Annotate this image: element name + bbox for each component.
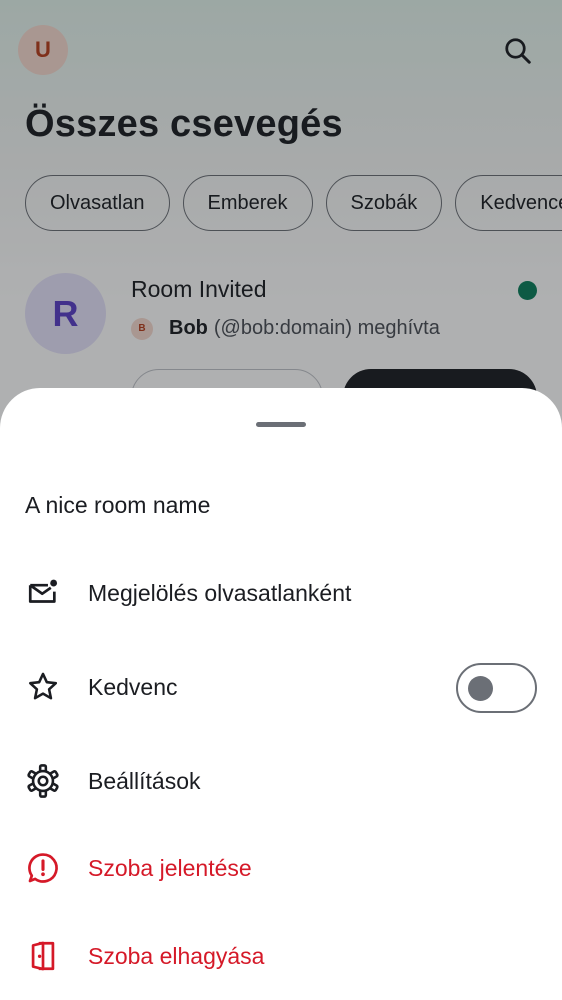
leave-room-icon: [25, 938, 61, 974]
menu-item-favourite[interactable]: Kedvenc: [0, 652, 562, 722]
menu-label-mark-unread: Megjelölés olvasatlanként: [88, 579, 352, 606]
favourite-toggle[interactable]: [456, 663, 537, 713]
menu-label-settings: Beállítások: [88, 767, 201, 794]
menu-label-leave-room: Szoba elhagyása: [88, 942, 265, 969]
sheet-title: A nice room name: [25, 492, 211, 518]
toggle-knob: [468, 676, 493, 701]
star-icon: [25, 669, 61, 705]
drag-handle[interactable]: [256, 422, 306, 427]
menu-label-report-room: Szoba jelentése: [88, 854, 252, 881]
mark-unread-icon: [25, 575, 61, 611]
menu-item-leave-room[interactable]: Szoba elhagyása: [0, 921, 562, 991]
menu-item-report-room[interactable]: Szoba jelentése: [0, 833, 562, 903]
menu-label-favourite: Kedvenc: [88, 673, 178, 700]
report-icon: [25, 850, 61, 886]
menu-item-mark-unread[interactable]: Megjelölés olvasatlanként: [0, 558, 562, 628]
settings-gear-icon: [25, 763, 61, 799]
room-options-sheet: A nice room name Megjelölés olvasatlanké…: [0, 388, 562, 1000]
menu-item-settings[interactable]: Beállítások: [0, 746, 562, 816]
